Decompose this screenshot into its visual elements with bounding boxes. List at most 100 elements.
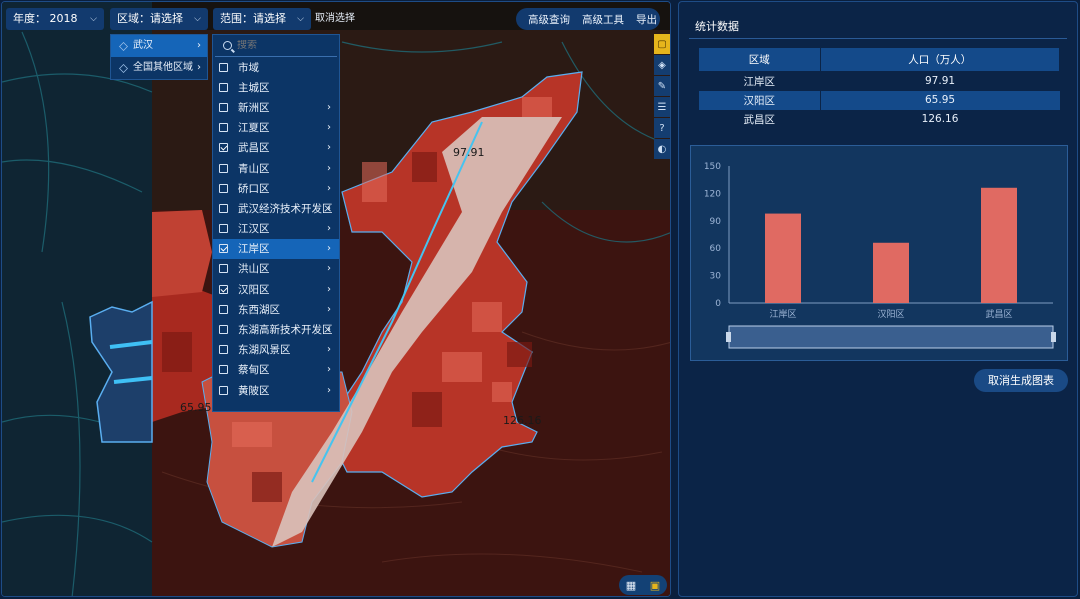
select-rectangle-icon[interactable]: ▢ <box>654 34 670 54</box>
district-item[interactable]: 市域 <box>213 57 339 77</box>
district-item-label: 新洲区 <box>238 101 270 114</box>
advanced-query-button[interactable]: 高级查询 <box>522 12 576 27</box>
checkbox[interactable] <box>219 284 228 294</box>
checkbox[interactable] <box>219 62 228 72</box>
checkbox[interactable] <box>219 143 228 153</box>
district-item[interactable]: 东湖风景区 › <box>213 340 339 360</box>
bar <box>981 187 1017 303</box>
checkbox[interactable] <box>219 82 228 92</box>
zoom-slider-handle-left <box>726 332 731 342</box>
chevron-right-icon: › <box>327 324 331 336</box>
district-search-input[interactable] <box>237 40 327 51</box>
cancel-selection-button[interactable]: 取消选择 <box>315 8 355 30</box>
district-item[interactable]: 江岸区 › <box>213 238 339 259</box>
district-search[interactable] <box>215 35 337 57</box>
chevron-down-icon: ⌵ <box>297 14 304 24</box>
region-select[interactable]: 区域：请选择 ⌵ <box>110 8 208 30</box>
checkbox[interactable] <box>219 264 228 274</box>
district-item-label: 青山区 <box>238 162 270 175</box>
district-item-label: 江夏区 <box>238 122 270 135</box>
cancel-chart-button[interactable]: 取消生成图表 <box>974 369 1068 392</box>
y-tick-label: 60 <box>710 244 722 254</box>
chart-icon[interactable]: ▣ <box>650 579 660 592</box>
district-item-label: 洪山区 <box>238 263 270 276</box>
chevron-right-icon: › <box>327 202 331 214</box>
district-item[interactable]: 东湖高新技术开发区 › <box>213 319 339 339</box>
scope-value: 请选择 <box>253 12 286 25</box>
district-item[interactable]: 蔡甸区 › <box>213 360 339 380</box>
chevron-right-icon: › <box>327 243 331 255</box>
stats-table: 区域 人口（万人） 江岸区 97.91 汉阳区 65.95 武昌区 126.16 <box>698 47 1061 129</box>
year-label: 年度： <box>13 12 46 25</box>
checkbox[interactable] <box>219 123 228 133</box>
map-panel[interactable]: 97.91 65.95 126.16 年度： 2018 ⌵ 区域：请选择 ⌵ 范… <box>1 1 671 597</box>
district-item[interactable]: 新洲区 › <box>213 97 339 117</box>
table-row[interactable]: 江岸区 97.91 <box>698 71 1060 91</box>
bar-chart: 0 30 60 90 120 150 江岸区 汉阳区 武昌区 <box>704 162 1056 349</box>
checkbox[interactable] <box>219 183 228 193</box>
district-item-label: 东湖风景区 <box>238 344 291 357</box>
checkbox[interactable] <box>219 325 228 335</box>
map-side-toolbar: ▢ ◈ ✎ ☰ ? ◐ <box>654 34 670 160</box>
district-item-label: 武昌区 <box>238 142 270 155</box>
cell-population: 97.91 <box>819 71 1060 91</box>
measure-icon[interactable]: ✎ <box>654 76 670 96</box>
chevron-down-icon: ⌵ <box>194 14 201 24</box>
district-item[interactable]: 武汉经济技术开发区 › <box>213 198 339 218</box>
cell-region: 江岸区 <box>698 71 821 91</box>
district-item[interactable]: 黄陂区 › <box>213 380 339 400</box>
checkbox[interactable] <box>219 385 228 395</box>
chevron-right-icon: › <box>327 263 331 275</box>
district-item-label: 东湖高新技术开发区 <box>238 324 333 337</box>
palette-icon[interactable]: ◐ <box>654 139 670 159</box>
district-item[interactable]: 江汉区 › <box>213 219 339 239</box>
cell-region: 汉阳区 <box>698 90 821 110</box>
layers-icon[interactable]: ◈ <box>654 55 670 75</box>
region-label: 区域： <box>117 12 150 25</box>
bar <box>873 242 909 303</box>
checkbox[interactable] <box>219 102 228 112</box>
chevron-right-icon: › <box>327 122 331 134</box>
chevron-right-icon: › <box>327 162 331 174</box>
district-item-label: 蔡甸区 <box>238 364 270 377</box>
map-bottom-toolbar: ▦ ▣ <box>619 575 667 595</box>
y-tick-label: 0 <box>715 299 721 309</box>
advanced-tools-button[interactable]: 高级工具 <box>576 12 630 27</box>
zoom-slider-handle-right <box>1051 332 1056 342</box>
list-icon[interactable]: ☰ <box>654 97 670 117</box>
region-item-wuhan[interactable]: 武汉 › <box>111 35 207 57</box>
year-select[interactable]: 年度： 2018 ⌵ <box>6 8 104 30</box>
district-item[interactable]: 江夏区 › <box>213 118 339 138</box>
checkbox[interactable] <box>219 365 228 375</box>
district-item[interactable]: 武昌区 › <box>213 138 339 158</box>
checkbox[interactable] <box>219 224 228 234</box>
checkbox[interactable] <box>219 304 228 314</box>
y-tick-label: 30 <box>710 272 722 282</box>
year-value: 2018 <box>49 12 78 25</box>
cell-population: 65.95 <box>819 90 1060 110</box>
district-item[interactable]: 东西湖区 › <box>213 299 339 319</box>
table-row[interactable]: 汉阳区 65.95 <box>698 90 1060 110</box>
district-item[interactable]: 洪山区 › <box>213 259 339 279</box>
map-label-jiangan: 97.91 <box>453 146 485 159</box>
checkbox[interactable] <box>219 163 228 173</box>
scope-select[interactable]: 范围：请选择 ⌵ <box>213 8 311 30</box>
x-tick-label: 汉阳区 <box>877 309 904 320</box>
checkbox[interactable] <box>219 244 228 254</box>
chevron-right-icon: › <box>327 303 331 315</box>
table-icon[interactable]: ▦ <box>626 579 636 592</box>
district-item[interactable]: 汉阳区 › <box>213 279 339 299</box>
cell-population: 126.16 <box>819 109 1060 129</box>
district-item[interactable]: 青山区 › <box>213 158 339 178</box>
table-row[interactable]: 武昌区 126.16 <box>698 109 1060 129</box>
region-item-other[interactable]: 全国其他区域 › <box>111 57 207 79</box>
checkbox[interactable] <box>219 345 228 355</box>
chevron-right-icon: › <box>327 101 331 113</box>
help-icon[interactable]: ? <box>654 118 670 138</box>
district-item[interactable]: 硚口区 › <box>213 178 339 198</box>
export-button[interactable]: 导出 <box>630 12 663 27</box>
checkbox[interactable] <box>219 203 228 213</box>
region-value: 请选择 <box>150 12 183 25</box>
district-menu: 市域主城区新洲区›江夏区›武昌区›青山区›硚口区›武汉经济技术开发区›江汉区›江… <box>212 34 340 412</box>
district-item[interactable]: 主城区 <box>213 77 339 97</box>
